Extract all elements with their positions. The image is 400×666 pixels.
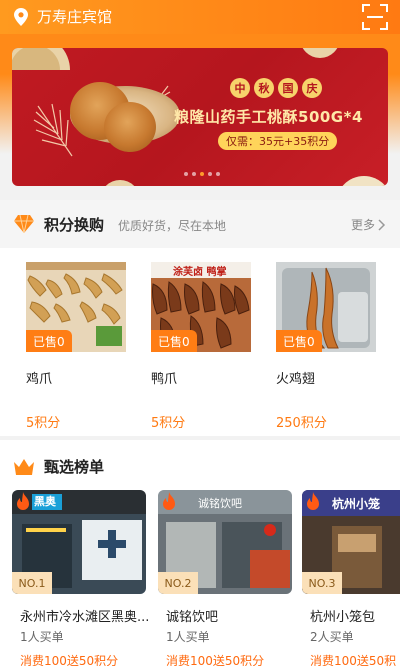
image-label: 涂芙卤 鸭掌 [173,267,227,278]
store-deal: 消费100送50积分 [20,654,119,666]
crown-icon [14,459,34,475]
rank-badge: NO.1 [12,572,52,594]
product-image: 涂芙卤 鸭掌 已售0 [151,262,251,352]
carousel-dot[interactable] [192,172,196,176]
fan-decoration-icon [302,48,338,58]
carousel-dot[interactable] [216,172,220,176]
buyer-count: 1人买单 [166,630,210,644]
product-list: 已售0 鸡爪 5积分 涂芙卤 鸭掌 已售0 鸭爪 5积分 已售0 火鸡翅 250… [0,260,400,431]
festival-badges: 中 秋 国 庆 [230,78,322,98]
sold-count-badge: 已售0 [276,330,322,352]
flame-icon [163,492,175,510]
buyer-count: 2人买单 [310,630,354,644]
store-sign: 杭州小笼 [332,497,381,511]
fan-decoration-icon [342,176,386,186]
fan-decoration-icon [12,48,70,70]
more-link[interactable]: 更多 [351,216,386,233]
product-name: 火鸡翅 [276,372,316,387]
flame-icon [307,492,319,510]
flame-icon [17,492,29,510]
ranking-section: 甄选榜单 黑奥 NO.1 永州市冷水滩区黑奥... 1人买单 消费100送50积… [0,440,400,666]
location-name[interactable]: 万寿庄宾馆 [37,6,112,27]
carousel-dots [184,172,220,176]
section-header: 积分换购 优质好货，尽在本地 更多 [0,200,400,248]
product-card[interactable]: 已售0 鸡爪 5积分 [26,260,126,431]
store-image: 诚铭饮吧 NO.2 [158,490,292,594]
section-title: 积分换购 [44,216,105,234]
store-card[interactable]: 黑奥 NO.1 永州市冷水滩区黑奥... 1人买单 消费100送50积分 [12,490,149,666]
location-pin-icon[interactable] [14,8,28,26]
buyer-count: 1人买单 [20,630,64,644]
product-points: 5积分 [26,416,61,431]
store-image: 黑奥 NO.1 [12,490,146,594]
diamond-icon [14,215,34,233]
carousel-dot-active[interactable] [200,172,204,176]
rank-badge: NO.3 [302,572,342,594]
store-card[interactable]: 杭州小笼 NO.3 杭州小笼包 2人买单 消费100送50积 [302,490,400,666]
banner-price: 仅需：35元+35积分 [218,132,338,150]
store-deal: 消费100送50积分 [166,654,265,666]
sold-count-badge: 已售0 [151,330,197,352]
product-card[interactable]: 已售0 火鸡翅 250积分 [276,260,376,431]
fan-decoration-icon [105,180,135,186]
store-sign: 黑奥 [34,495,56,508]
banner-title: 粮隆山药手工桃酥500G*4 [174,108,363,126]
rank-badge: NO.2 [158,572,198,594]
cookie-image [104,102,156,152]
product-points: 5积分 [151,416,186,431]
product-card[interactable]: 涂芙卤 鸭掌 已售0 鸭爪 5积分 [151,260,251,431]
section-title: 甄选榜单 [44,458,105,476]
store-card[interactable]: 诚铭饮吧 NO.2 诚铭饮吧 1人买单 消费100送50积分 [158,490,292,666]
product-points: 250积分 [276,416,327,431]
product-image: 已售0 [26,262,126,352]
store-name: 永州市冷水滩区黑奥... [20,610,150,625]
carousel-dot[interactable] [208,172,212,176]
store-sign: 诚铭饮吧 [198,497,242,510]
promo-banner[interactable]: 中 秋 国 庆 粮隆山药手工桃酥500G*4 仅需：35元+35积分 [12,48,388,186]
chevron-right-icon [378,218,386,231]
product-name: 鸡爪 [26,372,53,387]
points-exchange-section: 积分换购 优质好货，尽在本地 更多 已售0 鸡爪 5积分 涂芙卤 鸭掌 已售0 … [0,200,400,436]
more-label: 更多 [350,218,375,232]
festival-char: 中 [230,78,250,98]
banner-area: 中 秋 国 庆 粮隆山药手工桃酥500G*4 仅需：35元+35积分 [0,34,400,200]
scan-icon[interactable] [362,4,388,30]
product-image: 已售0 [276,262,376,352]
festival-char: 庆 [302,78,322,98]
top-bar: 万寿庄宾馆 [0,0,400,34]
store-name: 诚铭饮吧 [166,610,219,625]
carousel-dot[interactable] [184,172,188,176]
section-subtitle: 优质好货，尽在本地 [118,219,227,233]
sold-count-badge: 已售0 [26,330,72,352]
festival-char: 秋 [254,78,274,98]
store-name: 杭州小笼包 [310,610,376,625]
store-image: 杭州小笼 NO.3 [302,490,400,594]
festival-char: 国 [278,78,298,98]
product-name: 鸭爪 [151,372,178,387]
store-deal: 消费100送50积 [310,654,397,666]
